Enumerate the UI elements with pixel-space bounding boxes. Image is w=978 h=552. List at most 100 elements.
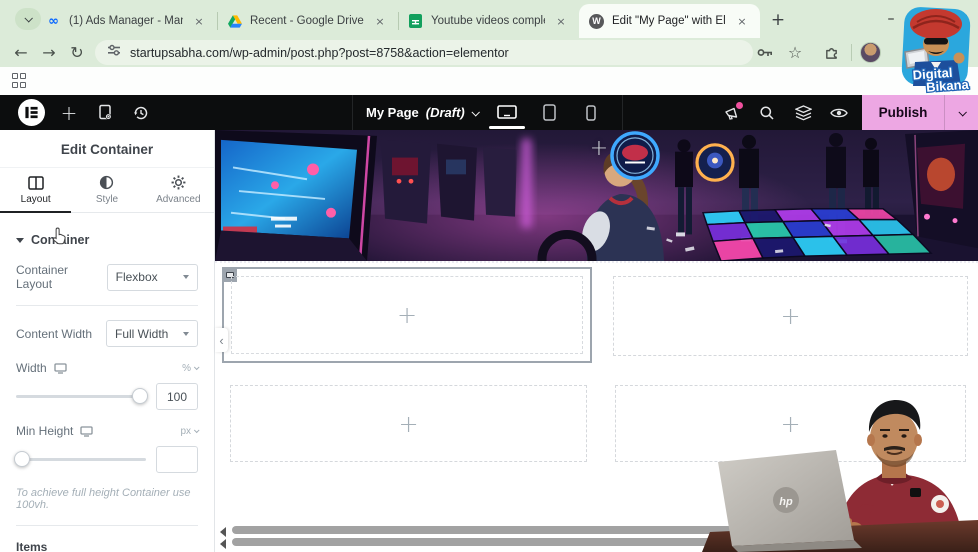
hero-image-section[interactable]: + (215, 130, 978, 263)
scroll-left-icon[interactable] (220, 539, 226, 549)
page-title-dropdown[interactable]: My Page (Draft) (366, 95, 480, 130)
width-slider-thumb[interactable] (132, 388, 148, 404)
min-height-label-group: Min Height (16, 424, 94, 438)
bookmark-star-icon[interactable]: ☆ (782, 40, 808, 65)
panel-tabs: Layout Style Advanced (0, 167, 214, 213)
min-height-unit-select[interactable]: px (180, 426, 200, 437)
width-header-row: Width % (16, 361, 200, 375)
tab-label: Youtube videos complete topic (431, 15, 545, 27)
responsive-monitor-icon[interactable] (54, 362, 67, 374)
tab-layout[interactable]: Layout (0, 168, 72, 213)
add-widget-icon[interactable]: + (398, 412, 418, 436)
min-height-input[interactable] (156, 446, 198, 473)
chevron-down-icon (193, 364, 200, 371)
tab-label: (1) Ads Manager - Manage ads (69, 15, 183, 27)
tab-ads-manager[interactable]: ∞ (1) Ads Manager - Manage ads × (36, 4, 217, 38)
back-icon[interactable]: ← (8, 40, 34, 65)
elementor-logo[interactable] (18, 99, 45, 126)
password-key-icon[interactable] (752, 40, 778, 65)
min-height-slider-thumb[interactable] (14, 451, 30, 467)
reload-icon[interactable]: ↻ (64, 40, 90, 65)
height-hint-text: To achieve full height Container use 100… (16, 487, 191, 511)
site-settings-icon[interactable] (107, 43, 121, 62)
device-mobile-button[interactable] (573, 95, 609, 130)
add-widget-icon[interactable]: + (397, 303, 417, 327)
container-section-header[interactable]: Container (0, 213, 214, 263)
width-label-group: Width (16, 361, 67, 375)
presenter-video-overlay: hp (688, 382, 978, 552)
tab-style[interactable]: Style (71, 168, 142, 212)
container-layout-select[interactable]: Flexbox (106, 263, 198, 291)
whats-new-megaphone-icon[interactable] (715, 95, 749, 130)
min-height-slider[interactable] (14, 451, 146, 467)
add-element-button[interactable]: + (52, 95, 86, 130)
select-caret-icon (183, 275, 189, 279)
page-settings-icon[interactable] (88, 95, 122, 130)
width-slider-row (16, 383, 198, 410)
responsive-monitor-icon[interactable] (80, 425, 94, 437)
container-inner-area: + (231, 276, 583, 354)
history-icon[interactable] (124, 95, 158, 130)
container-empty[interactable]: + (230, 385, 587, 462)
preview-eye-icon[interactable] (822, 95, 856, 130)
elementor-topbar: + My Page (Draft) Publish (0, 95, 978, 130)
finder-search-icon[interactable] (750, 95, 784, 130)
container-layout-label: Container Layout (16, 263, 69, 291)
container-empty[interactable]: + (613, 276, 968, 356)
divider (16, 525, 198, 526)
style-contrast-icon (100, 175, 114, 190)
publish-options-button[interactable] (944, 95, 978, 130)
tab-youtube-sheet[interactable]: Youtube videos complete topic × (398, 4, 579, 38)
laptop-brand-logo: hp (779, 496, 793, 508)
tab-label: Edit "My Page" with Elementor (612, 15, 726, 27)
active-device-indicator (489, 126, 525, 129)
select-value: Full Width (115, 326, 169, 341)
section-caret-icon (16, 237, 24, 243)
scroll-left-icon[interactable] (220, 527, 226, 537)
items-heading: Items (16, 540, 48, 552)
elementor-edit-panel: Edit Container Layout Style Advanced Con… (0, 130, 215, 552)
panel-title: Edit Container (60, 142, 154, 157)
close-icon[interactable]: × (191, 13, 207, 29)
app-window: ∞ (1) Ads Manager - Manage ads × Recent … (0, 0, 978, 552)
add-widget-icon[interactable]: + (780, 304, 800, 328)
width-input[interactable] (156, 383, 198, 410)
topbar-divider (622, 95, 623, 130)
mouse-cursor (52, 227, 67, 251)
device-tablet-button[interactable] (531, 95, 567, 130)
gear-icon (171, 175, 186, 190)
tab-elementor-active[interactable]: W Edit "My Page" with Elementor × (579, 4, 760, 38)
google-drive-icon (227, 14, 242, 29)
close-icon[interactable]: × (372, 13, 388, 29)
apps-grid-icon[interactable] (12, 73, 27, 88)
container-selected[interactable]: + (222, 267, 592, 363)
profile-avatar[interactable] (860, 42, 881, 63)
content-width-select[interactable]: Full Width (106, 320, 198, 347)
logo-text-line2: Bikana (926, 77, 970, 95)
chevron-down-icon (24, 14, 33, 23)
browser-tabs: ∞ (1) Ads Manager - Manage ads × Recent … (36, 4, 760, 38)
structure-layers-icon[interactable] (786, 95, 820, 130)
panel-collapse-button[interactable]: ‹ (215, 328, 228, 352)
publish-button-group: Publish (862, 95, 978, 130)
bookmarks-bar (0, 67, 978, 95)
tab-label: Advanced (156, 194, 201, 205)
address-bar[interactable]: startupsabha.com/wp-admin/post.php?post=… (95, 40, 753, 65)
add-widget-icon[interactable]: + (587, 136, 611, 161)
device-desktop-button[interactable] (489, 95, 525, 130)
chevron-down-icon (193, 427, 200, 434)
forward-icon[interactable]: → (36, 40, 62, 65)
publish-button[interactable]: Publish (862, 95, 944, 130)
close-icon[interactable]: × (734, 13, 750, 29)
tab-google-drive[interactable]: Recent - Google Drive × (217, 4, 398, 38)
divider (16, 305, 198, 306)
page-status: (Draft) (425, 105, 465, 120)
notification-dot (736, 102, 743, 109)
unit-value: % (182, 362, 191, 374)
width-unit-select[interactable]: % (182, 362, 200, 374)
extensions-icon[interactable] (818, 40, 844, 65)
tab-advanced[interactable]: Advanced (143, 168, 214, 212)
new-tab-button[interactable]: + (766, 8, 790, 32)
width-slider[interactable] (16, 388, 148, 404)
close-icon[interactable]: × (553, 13, 569, 29)
